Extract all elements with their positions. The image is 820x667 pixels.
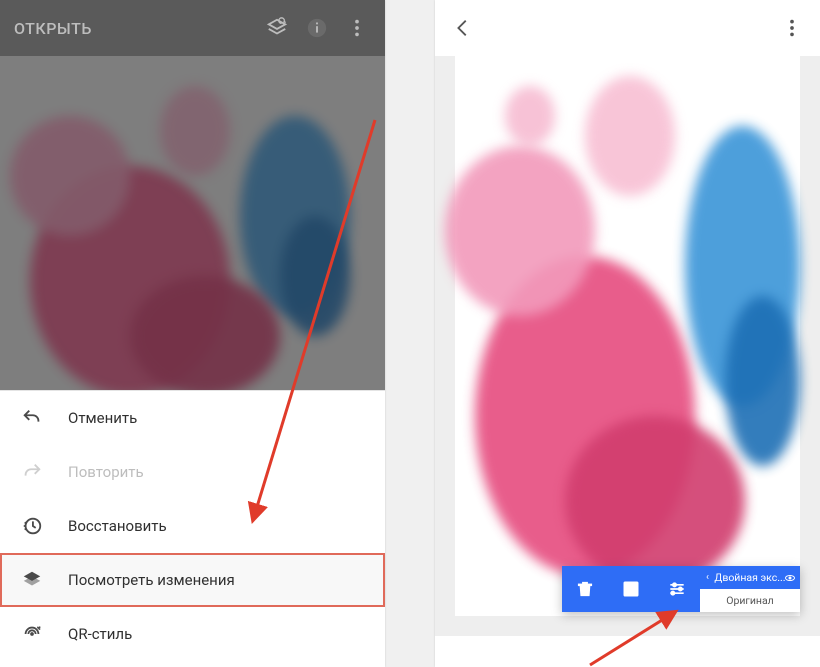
stack-item-double-exposure[interactable]: ‹ Двойная экс... [700,566,800,589]
qr-style-icon [20,622,44,646]
menu-restore[interactable]: Восстановить [0,499,385,553]
stack-item-original[interactable]: Оригинал [700,589,800,612]
image-canvas-right: ‹ Двойная экс... Оригинал [435,56,820,636]
tune-button[interactable] [654,566,700,612]
menu-redo: Повторить [0,445,385,499]
stack-top-label: Двойная экс... [714,571,785,584]
stack-bottom-label: Оригинал [726,594,774,607]
eye-icon [784,572,796,587]
edit-toolstrip: ‹ Двойная экс... Оригинал [562,566,800,612]
restore-icon [20,514,44,538]
menu-undo-label: Отменить [68,409,137,427]
layers-icon [20,568,44,592]
more-vert-icon[interactable] [337,8,377,48]
screen-right: ‹ Двойная экс... Оригинал [435,0,820,667]
open-button-label[interactable]: ОТКРЫТЬ [8,19,257,38]
topbar-right [435,0,820,56]
topbar-left: ОТКРЫТЬ [0,0,385,56]
menu-view-changes-label: Посмотреть изменения [68,571,235,589]
menu-restore-label: Восстановить [68,517,167,535]
screen-left: ОТКРЫТЬ [0,0,385,667]
menu-qr-style-label: QR-стиль [68,625,132,643]
delete-button[interactable] [562,566,608,612]
edit-button[interactable] [608,566,654,612]
chevron-left-icon: ‹ [706,572,709,583]
history-sheet: Отменить Повторить Восстановить Посмотре… [0,390,385,661]
menu-qr-style[interactable]: QR-стиль [0,607,385,661]
more-vert-icon-right[interactable] [772,8,812,48]
layers-refresh-icon[interactable] [257,8,297,48]
menu-redo-label: Повторить [68,463,144,481]
ink-image-right [455,56,800,616]
menu-view-changes[interactable]: Посмотреть изменения [0,553,385,607]
edit-stack[interactable]: ‹ Двойная экс... Оригинал [700,566,800,612]
undo-icon [20,406,44,430]
redo-icon [20,460,44,484]
info-icon[interactable] [297,8,337,48]
image-canvas-left [0,56,385,390]
back-icon[interactable] [443,8,483,48]
menu-undo[interactable]: Отменить [0,391,385,445]
